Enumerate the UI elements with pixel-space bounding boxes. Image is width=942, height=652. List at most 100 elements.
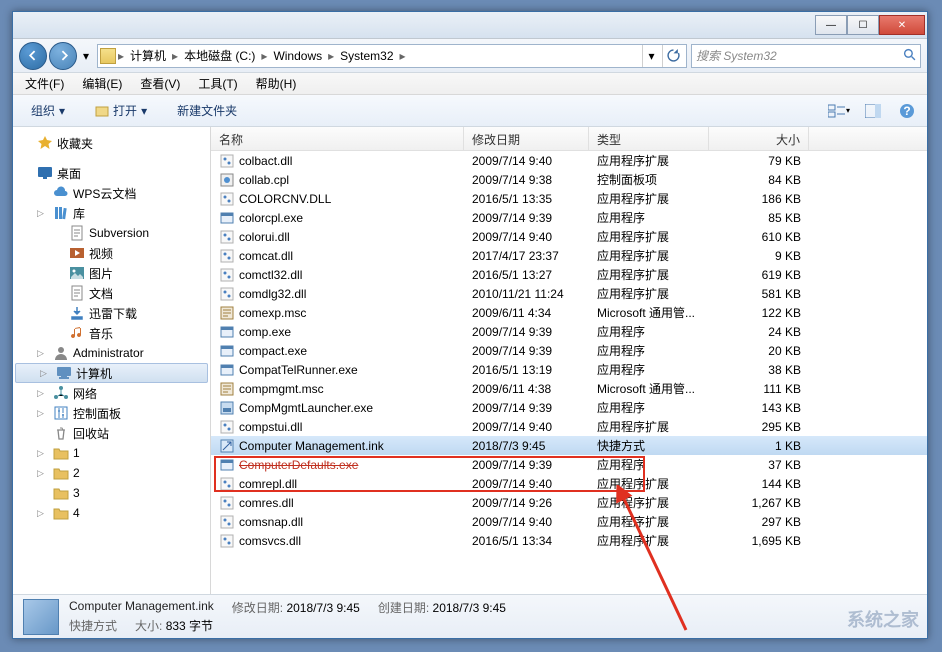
file-row[interactable]: collab.cpl2009/7/14 9:38控制面板项84 KB	[211, 170, 927, 189]
file-name: colorui.dll	[239, 230, 290, 244]
breadcrumb-item[interactable]: Windows	[269, 47, 326, 65]
help-button[interactable]: ?	[895, 99, 919, 123]
view-options-button[interactable]: ▾	[827, 99, 851, 123]
tree-item[interactable]: 文档	[13, 283, 210, 303]
file-row[interactable]: comexp.msc2009/6/11 4:34Microsoft 通用管...…	[211, 303, 927, 322]
expand-icon[interactable]: ▷	[37, 408, 49, 419]
file-row[interactable]: CompatTelRunner.exe2016/5/1 13:19应用程序38 …	[211, 360, 927, 379]
chevron-icon[interactable]: ▸	[328, 49, 334, 63]
titlebar[interactable]: — ☐ ✕	[13, 12, 927, 39]
file-list[interactable]: colbact.dll2009/7/14 9:40应用程序扩展79 KBcoll…	[211, 151, 927, 594]
tree-item[interactable]: 收藏夹	[13, 133, 210, 153]
column-name[interactable]: 名称	[211, 127, 464, 150]
tree-item[interactable]: Subversion	[13, 223, 210, 243]
column-type[interactable]: 类型	[589, 127, 709, 150]
file-row[interactable]: Computer Management.ink2018/7/3 9:45快捷方式…	[211, 436, 927, 455]
file-size: 20 KB	[709, 343, 809, 359]
address-dropdown[interactable]: ▾	[642, 45, 660, 67]
file-name: comctl32.dll	[239, 268, 302, 282]
tree-item[interactable]: 视频	[13, 243, 210, 263]
chevron-icon[interactable]: ▸	[400, 49, 406, 63]
tree-label: 收藏夹	[57, 135, 93, 152]
forward-button[interactable]	[49, 42, 77, 70]
new-folder-button[interactable]: 新建文件夹	[167, 98, 247, 123]
tree-item[interactable]: ▷2	[13, 463, 210, 483]
tree-item[interactable]: ▷4	[13, 503, 210, 523]
chevron-icon[interactable]: ▸	[261, 49, 267, 63]
expand-icon[interactable]: ▷	[37, 388, 49, 399]
file-size: 84 KB	[709, 172, 809, 188]
file-row[interactable]: compact.exe2009/7/14 9:39应用程序20 KB	[211, 341, 927, 360]
file-size: 1,695 KB	[709, 533, 809, 549]
maximize-button[interactable]: ☐	[847, 15, 879, 35]
tree-item[interactable]: ▷库	[13, 203, 210, 223]
tree-item[interactable]: 3	[13, 483, 210, 503]
file-row[interactable]: colorcpl.exe2009/7/14 9:39应用程序85 KB	[211, 208, 927, 227]
tree-item[interactable]: 图片	[13, 263, 210, 283]
column-headers[interactable]: 名称 修改日期 类型 大小	[211, 127, 927, 151]
file-name: compact.exe	[239, 344, 307, 358]
doc-icon	[69, 285, 85, 301]
tree-item[interactable]: ▷1	[13, 443, 210, 463]
tree-item[interactable]: ▷控制面板	[13, 403, 210, 423]
close-button[interactable]: ✕	[879, 15, 925, 35]
file-row[interactable]: comsnap.dll2009/7/14 9:40应用程序扩展297 KB	[211, 512, 927, 531]
back-button[interactable]	[19, 42, 47, 70]
organize-button[interactable]: 组织 ▾	[21, 98, 75, 123]
tree-item[interactable]: WPS云文档	[13, 183, 210, 203]
file-row[interactable]: CompMgmtLauncher.exe2009/7/14 9:39应用程序14…	[211, 398, 927, 417]
tree-item[interactable]: ▷ 网络	[13, 383, 210, 403]
open-button[interactable]: 打开 ▾	[85, 98, 157, 123]
file-row[interactable]: ComputerDefaults.exe2009/7/14 9:39应用程序37…	[211, 455, 927, 474]
file-row[interactable]: compmgmt.msc2009/6/11 4:38Microsoft 通用管.…	[211, 379, 927, 398]
expand-icon[interactable]: ▷	[37, 508, 49, 519]
expand-icon[interactable]: ▷	[37, 348, 49, 359]
expand-icon[interactable]: ▷	[40, 368, 52, 379]
file-row[interactable]: comcat.dll2017/4/17 23:37应用程序扩展9 KB	[211, 246, 927, 265]
chevron-icon[interactable]: ▸	[172, 49, 178, 63]
tree-item[interactable]: 迅雷下载	[13, 303, 210, 323]
expand-icon[interactable]: ▷	[37, 468, 49, 479]
refresh-button[interactable]	[662, 45, 684, 67]
tree-item[interactable]: 回收站	[13, 423, 210, 443]
column-size[interactable]: 大小	[709, 127, 809, 150]
search-input[interactable]: 搜索 System32	[691, 44, 921, 68]
music-icon	[69, 325, 85, 341]
menu-item[interactable]: 帮助(H)	[248, 73, 305, 94]
breadcrumb-item[interactable]: System32	[336, 47, 397, 65]
menu-item[interactable]: 工具(T)	[190, 73, 245, 94]
column-date[interactable]: 修改日期	[464, 127, 589, 150]
file-row[interactable]: comctl32.dll2016/5/1 13:27应用程序扩展619 KB	[211, 265, 927, 284]
menu-item[interactable]: 查看(V)	[132, 73, 188, 94]
navigation-tree[interactable]: 收藏夹桌面WPS云文档▷库Subversion视频图片文档迅雷下载音乐▷Admi…	[13, 127, 211, 594]
file-size: 619 KB	[709, 267, 809, 283]
breadcrumb-item[interactable]: 计算机	[126, 45, 170, 66]
breadcrumb-box[interactable]: ▸ 计算机▸本地磁盘 (C:)▸Windows▸System32▸ ▾	[97, 44, 687, 68]
tree-item[interactable]: 音乐	[13, 323, 210, 343]
expand-icon[interactable]: ▷	[37, 208, 49, 219]
file-row[interactable]: comres.dll2009/7/14 9:26应用程序扩展1,267 KB	[211, 493, 927, 512]
file-row[interactable]: comp.exe2009/7/14 9:39应用程序24 KB	[211, 322, 927, 341]
file-row[interactable]: colbact.dll2009/7/14 9:40应用程序扩展79 KB	[211, 151, 927, 170]
menu-item[interactable]: 文件(F)	[17, 73, 72, 94]
status-filename: Computer Management.ink	[69, 599, 214, 616]
tree-label: 网络	[73, 385, 97, 402]
breadcrumb-item[interactable]: 本地磁盘 (C:)	[180, 45, 259, 66]
preview-pane-button[interactable]	[861, 99, 885, 123]
minimize-button[interactable]: —	[815, 15, 847, 35]
file-row[interactable]: COLORCNV.DLL2016/5/1 13:35应用程序扩展186 KB	[211, 189, 927, 208]
tree-item[interactable]: ▷计算机	[15, 363, 208, 383]
file-type: 应用程序	[589, 322, 709, 341]
file-name: COLORCNV.DLL	[239, 192, 331, 206]
tree-item[interactable]: ▷Administrator	[13, 343, 210, 363]
nav-history-dropdown[interactable]: ▾	[79, 42, 93, 70]
expand-icon[interactable]: ▷	[37, 448, 49, 459]
chevron-icon[interactable]: ▸	[118, 49, 124, 63]
file-row[interactable]: comdlg32.dll2010/11/21 11:24应用程序扩展581 KB	[211, 284, 927, 303]
tree-item[interactable]: 桌面	[13, 163, 210, 183]
file-row[interactable]: colorui.dll2009/7/14 9:40应用程序扩展610 KB	[211, 227, 927, 246]
file-row[interactable]: comsvcs.dll2016/5/1 13:34应用程序扩展1,695 KB	[211, 531, 927, 550]
file-row[interactable]: compstui.dll2009/7/14 9:40应用程序扩展295 KB	[211, 417, 927, 436]
menu-item[interactable]: 编辑(E)	[74, 73, 130, 94]
file-row[interactable]: comrepl.dll2009/7/14 9:40应用程序扩展144 KB	[211, 474, 927, 493]
